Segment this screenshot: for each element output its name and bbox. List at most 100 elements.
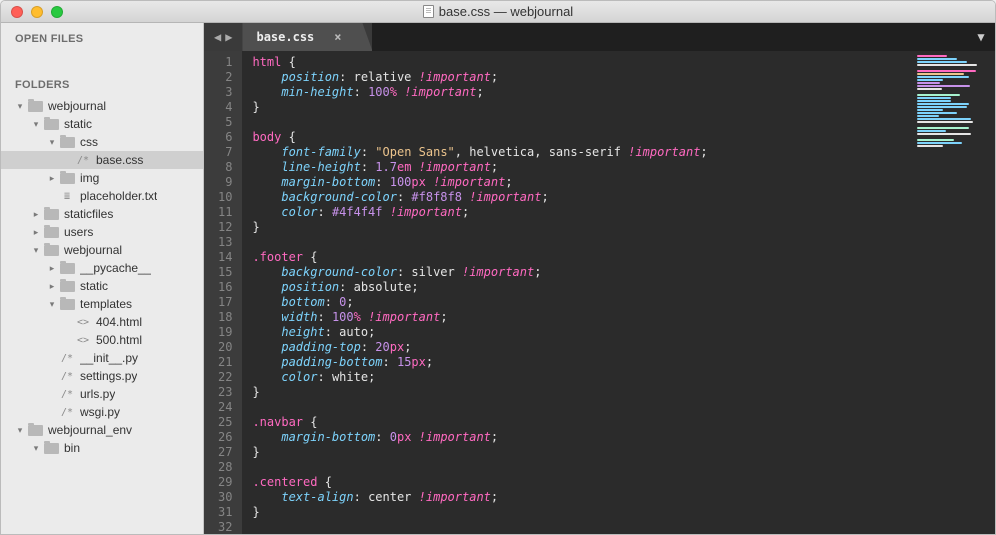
disclosure-triangle-icon[interactable]: ▸ (31, 209, 41, 220)
line-number[interactable]: 5 (218, 115, 232, 130)
code-line[interactable] (252, 460, 913, 475)
code-line[interactable]: line-height: 1.7em !important; (252, 160, 913, 175)
line-number[interactable]: 16 (218, 280, 232, 295)
disclosure-triangle-icon[interactable]: ▸ (47, 173, 57, 184)
code-line[interactable]: body { (252, 130, 913, 145)
nav-back-button[interactable]: ◀ (214, 30, 221, 44)
line-number[interactable]: 8 (218, 160, 232, 175)
code-line[interactable]: } (252, 220, 913, 235)
line-number[interactable]: 11 (218, 205, 232, 220)
line-number[interactable]: 4 (218, 100, 232, 115)
tab-base-css[interactable]: base.css × (242, 23, 372, 51)
tree-item-500-html[interactable]: ▸<>500.html (1, 331, 203, 349)
line-number[interactable]: 21 (218, 355, 232, 370)
line-number[interactable]: 26 (218, 430, 232, 445)
line-number[interactable]: 9 (218, 175, 232, 190)
tree-item-base-css[interactable]: ▸/*base.css (1, 151, 203, 169)
line-number[interactable]: 17 (218, 295, 232, 310)
code-line[interactable]: padding-bottom: 15px; (252, 355, 913, 370)
code-line[interactable]: html { (252, 55, 913, 70)
code-line[interactable]: } (252, 445, 913, 460)
code-line[interactable]: } (252, 505, 913, 520)
tree-item-static[interactable]: ▾static (1, 115, 203, 133)
code-line[interactable]: .navbar { (252, 415, 913, 430)
line-number[interactable]: 23 (218, 385, 232, 400)
code-line[interactable] (252, 115, 913, 130)
code-line[interactable]: background-color: #f8f8f8 !important; (252, 190, 913, 205)
tree-item-static[interactable]: ▸static (1, 277, 203, 295)
code-line[interactable]: } (252, 385, 913, 400)
code-line[interactable]: margin-bottom: 0px !important; (252, 430, 913, 445)
disclosure-triangle-icon[interactable]: ▾ (47, 137, 57, 148)
line-number[interactable]: 18 (218, 310, 232, 325)
code-line[interactable]: } (252, 100, 913, 115)
code-line[interactable] (252, 235, 913, 250)
code-line[interactable]: margin-bottom: 100px !important; (252, 175, 913, 190)
code-line[interactable]: height: auto; (252, 325, 913, 340)
line-number[interactable]: 25 (218, 415, 232, 430)
tree-item-users[interactable]: ▸users (1, 223, 203, 241)
line-number[interactable]: 19 (218, 325, 232, 340)
code-line[interactable]: text-align: center !important; (252, 490, 913, 505)
disclosure-triangle-icon[interactable]: ▸ (31, 227, 41, 238)
line-number[interactable]: 3 (218, 85, 232, 100)
tree-item-webjournal-env[interactable]: ▾webjournal_env (1, 421, 203, 439)
disclosure-triangle-icon[interactable]: ▾ (31, 119, 41, 130)
disclosure-triangle-icon[interactable]: ▾ (15, 101, 25, 112)
tree-item--init-py[interactable]: ▸/*__init__.py (1, 349, 203, 367)
tree-item-templates[interactable]: ▾templates (1, 295, 203, 313)
tree-item-urls-py[interactable]: ▸/*urls.py (1, 385, 203, 403)
code-line[interactable]: .footer { (252, 250, 913, 265)
line-number[interactable]: 24 (218, 400, 232, 415)
line-number[interactable]: 7 (218, 145, 232, 160)
line-number[interactable]: 27 (218, 445, 232, 460)
tree-item-bin[interactable]: ▾bin (1, 439, 203, 457)
line-number[interactable]: 28 (218, 460, 232, 475)
line-number[interactable]: 12 (218, 220, 232, 235)
code-line[interactable]: background-color: silver !important; (252, 265, 913, 280)
tree-item-wsgi-py[interactable]: ▸/*wsgi.py (1, 403, 203, 421)
line-number[interactable]: 2 (218, 70, 232, 85)
code-line[interactable] (252, 400, 913, 415)
line-gutter[interactable]: 1234567891011121314151617181920212223242… (204, 51, 242, 534)
tab-close-button[interactable]: × (334, 30, 341, 44)
line-number[interactable]: 1 (218, 55, 232, 70)
code-line[interactable]: padding-top: 20px; (252, 340, 913, 355)
code-line[interactable]: bottom: 0; (252, 295, 913, 310)
code-line[interactable]: color: #4f4f4f !important; (252, 205, 913, 220)
tree-item-404-html[interactable]: ▸<>404.html (1, 313, 203, 331)
tree-item-staticfiles[interactable]: ▸staticfiles (1, 205, 203, 223)
line-number[interactable]: 15 (218, 265, 232, 280)
line-number[interactable]: 30 (218, 490, 232, 505)
tree-item-settings-py[interactable]: ▸/*settings.py (1, 367, 203, 385)
line-number[interactable]: 32 (218, 520, 232, 534)
nav-forward-button[interactable]: ▶ (225, 30, 232, 44)
code-line[interactable]: color: white; (252, 370, 913, 385)
code-line[interactable]: position: relative !important; (252, 70, 913, 85)
line-number[interactable]: 14 (218, 250, 232, 265)
tree-item-placeholder-txt[interactable]: ▸≣placeholder.txt (1, 187, 203, 205)
disclosure-triangle-icon[interactable]: ▾ (47, 299, 57, 310)
code-line[interactable] (252, 520, 913, 534)
line-number[interactable]: 20 (218, 340, 232, 355)
disclosure-triangle-icon[interactable]: ▾ (15, 425, 25, 436)
sidebar[interactable]: OPEN FILES FOLDERS ▾webjournal▾static▾cs… (1, 23, 204, 534)
disclosure-triangle-icon[interactable]: ▾ (31, 443, 41, 454)
tree-item-img[interactable]: ▸img (1, 169, 203, 187)
line-number[interactable]: 10 (218, 190, 232, 205)
code-line[interactable]: width: 100% !important; (252, 310, 913, 325)
minimap[interactable] (913, 51, 995, 534)
line-number[interactable]: 22 (218, 370, 232, 385)
code-line[interactable]: min-height: 100% !important; (252, 85, 913, 100)
line-number[interactable]: 13 (218, 235, 232, 250)
code-line[interactable]: font-family: "Open Sans", helvetica, san… (252, 145, 913, 160)
disclosure-triangle-icon[interactable]: ▸ (47, 263, 57, 274)
tree-item-css[interactable]: ▾css (1, 133, 203, 151)
tree-item--pycache-[interactable]: ▸__pycache__ (1, 259, 203, 277)
tree-item-webjournal[interactable]: ▾webjournal (1, 241, 203, 259)
code-line[interactable]: position: absolute; (252, 280, 913, 295)
line-number[interactable]: 29 (218, 475, 232, 490)
disclosure-triangle-icon[interactable]: ▾ (31, 245, 41, 256)
disclosure-triangle-icon[interactable]: ▸ (47, 281, 57, 292)
code-line[interactable]: .centered { (252, 475, 913, 490)
